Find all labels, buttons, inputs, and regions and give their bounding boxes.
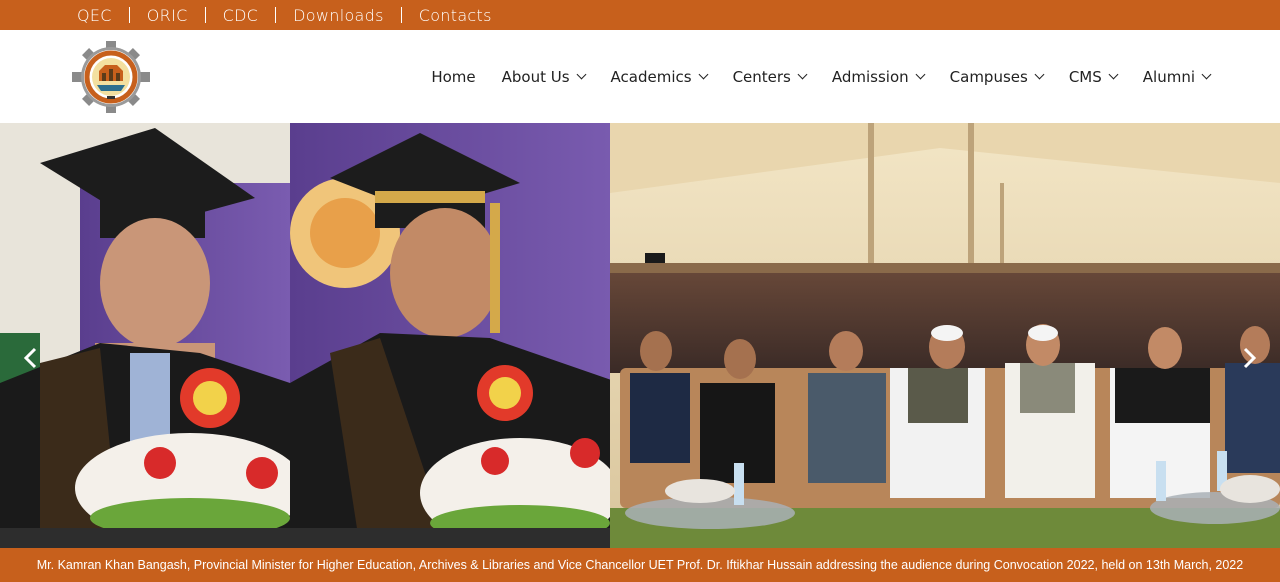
topbar-divider bbox=[275, 7, 277, 23]
chevron-down-icon bbox=[576, 69, 586, 80]
chevron-left-icon bbox=[23, 347, 37, 369]
nav-item-label: Campuses bbox=[949, 67, 1028, 86]
nav-item-label: Admission bbox=[831, 67, 909, 86]
slide-caption: Mr. Kamran Khan Bangash, Provincial Mini… bbox=[0, 548, 1280, 582]
main-nav: Home About Us Academics Centers Admissio… bbox=[431, 30, 1212, 123]
site-header: Home About Us Academics Centers Admissio… bbox=[0, 30, 1280, 123]
topbar-divider bbox=[204, 7, 206, 23]
hero-slider[interactable] bbox=[0, 123, 1280, 548]
nav-item-home[interactable]: Home bbox=[431, 68, 475, 86]
chevron-down-icon bbox=[1108, 69, 1119, 80]
nav-item-label: About Us bbox=[501, 67, 570, 86]
chevron-down-icon bbox=[797, 69, 808, 80]
nav-item-cms[interactable]: CMS bbox=[1068, 67, 1119, 86]
topbar-divider bbox=[400, 7, 402, 23]
chevron-down-icon bbox=[698, 69, 709, 80]
hero-slide-image bbox=[0, 123, 1280, 548]
topbar-link-cdc[interactable]: CDC bbox=[223, 6, 259, 25]
nav-item-alumni[interactable]: Alumni bbox=[1142, 67, 1212, 86]
nav-item-admission[interactable]: Admission bbox=[831, 67, 926, 86]
topbar-divider bbox=[128, 7, 130, 23]
nav-item-centers[interactable]: Centers bbox=[732, 67, 808, 86]
chevron-down-icon bbox=[1201, 69, 1212, 80]
nav-item-label: CMS bbox=[1068, 67, 1102, 86]
nav-item-about-us[interactable]: About Us bbox=[501, 67, 586, 86]
nav-item-academics[interactable]: Academics bbox=[610, 67, 709, 86]
topbar-link-contacts[interactable]: Contacts bbox=[419, 6, 492, 25]
chevron-right-icon bbox=[1243, 347, 1257, 369]
topbar-link-downloads[interactable]: Downloads bbox=[293, 6, 384, 25]
top-utility-bar: QEC ORIC CDC Downloads Contacts bbox=[0, 0, 1280, 30]
nav-item-label: Alumni bbox=[1142, 67, 1195, 86]
chevron-down-icon bbox=[915, 69, 926, 80]
nav-item-label: Centers bbox=[732, 67, 791, 86]
topbar-link-oric[interactable]: ORIC bbox=[147, 6, 188, 25]
slider-next-button[interactable] bbox=[1234, 343, 1264, 373]
nav-item-label: Home bbox=[431, 67, 476, 86]
university-logo[interactable] bbox=[72, 41, 150, 113]
topbar-link-qec[interactable]: QEC bbox=[77, 6, 112, 25]
chevron-down-icon bbox=[1034, 69, 1045, 80]
nav-item-campuses[interactable]: Campuses bbox=[949, 67, 1045, 86]
nav-item-label: Academics bbox=[610, 67, 692, 86]
slider-prev-button[interactable] bbox=[16, 343, 46, 373]
